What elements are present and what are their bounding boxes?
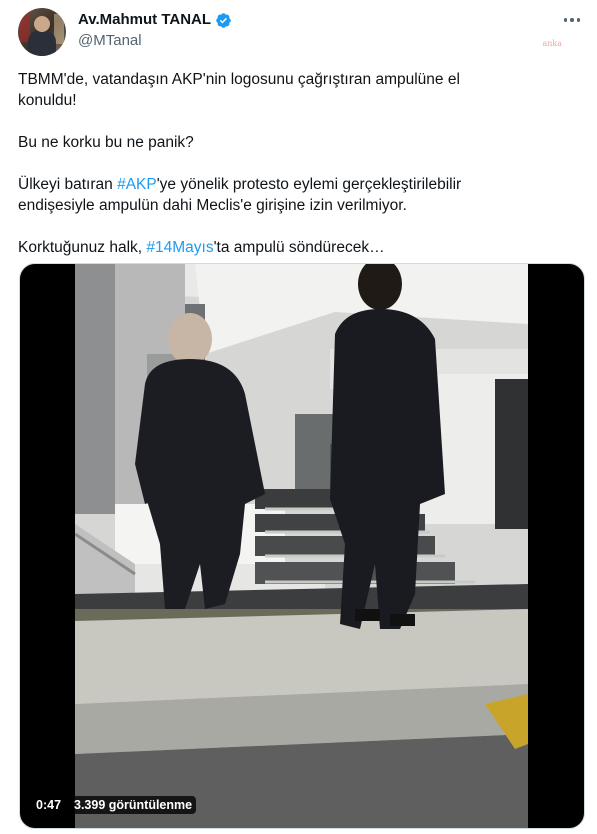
tweet-header: Av.Mahmut TANAL @MTanal anka bbox=[18, 8, 588, 58]
video-frame[interactable] bbox=[75, 264, 528, 828]
watermark-text: anka bbox=[542, 39, 562, 48]
author-avatar[interactable] bbox=[18, 8, 66, 56]
tweet-line: Korktuğunuz halk, #14Mayıs'ta ampulü sön… bbox=[18, 239, 385, 256]
more-options-icon[interactable] bbox=[560, 10, 584, 30]
tweet-text: TBMM'de, vatandaşın AKP'nin logosunu çağ… bbox=[18, 69, 578, 258]
hashtag-link-akp[interactable]: #AKP bbox=[117, 176, 157, 193]
video-player[interactable]: 0:47 3.399 görüntülenme bbox=[19, 263, 585, 829]
video-duration-badge: 0:47 bbox=[32, 796, 66, 814]
author-handle[interactable]: @MTanal bbox=[78, 31, 142, 51]
video-views-badge: 3.399 görüntülenme bbox=[70, 796, 197, 814]
author-name-row: Av.Mahmut TANAL bbox=[78, 10, 232, 30]
tweet-line: TBMM'de, vatandaşın AKP'nin logosunu çağ… bbox=[18, 71, 460, 88]
tweet-line: endişesiyle ampulün dahi Meclis'e girişi… bbox=[18, 197, 407, 214]
hashtag-link-14mayis[interactable]: #14Mayıs bbox=[146, 239, 213, 256]
verified-badge-icon bbox=[216, 12, 231, 28]
tweet-line: konuldu! bbox=[18, 92, 77, 109]
tweet-line: Bu ne korku bu ne panik? bbox=[18, 134, 194, 151]
tweet-line: Ülkeyi batıran #AKP'ye yönelik protesto … bbox=[18, 176, 462, 193]
video-still bbox=[75, 264, 528, 828]
author-display-name[interactable]: Av.Mahmut TANAL bbox=[78, 10, 211, 30]
